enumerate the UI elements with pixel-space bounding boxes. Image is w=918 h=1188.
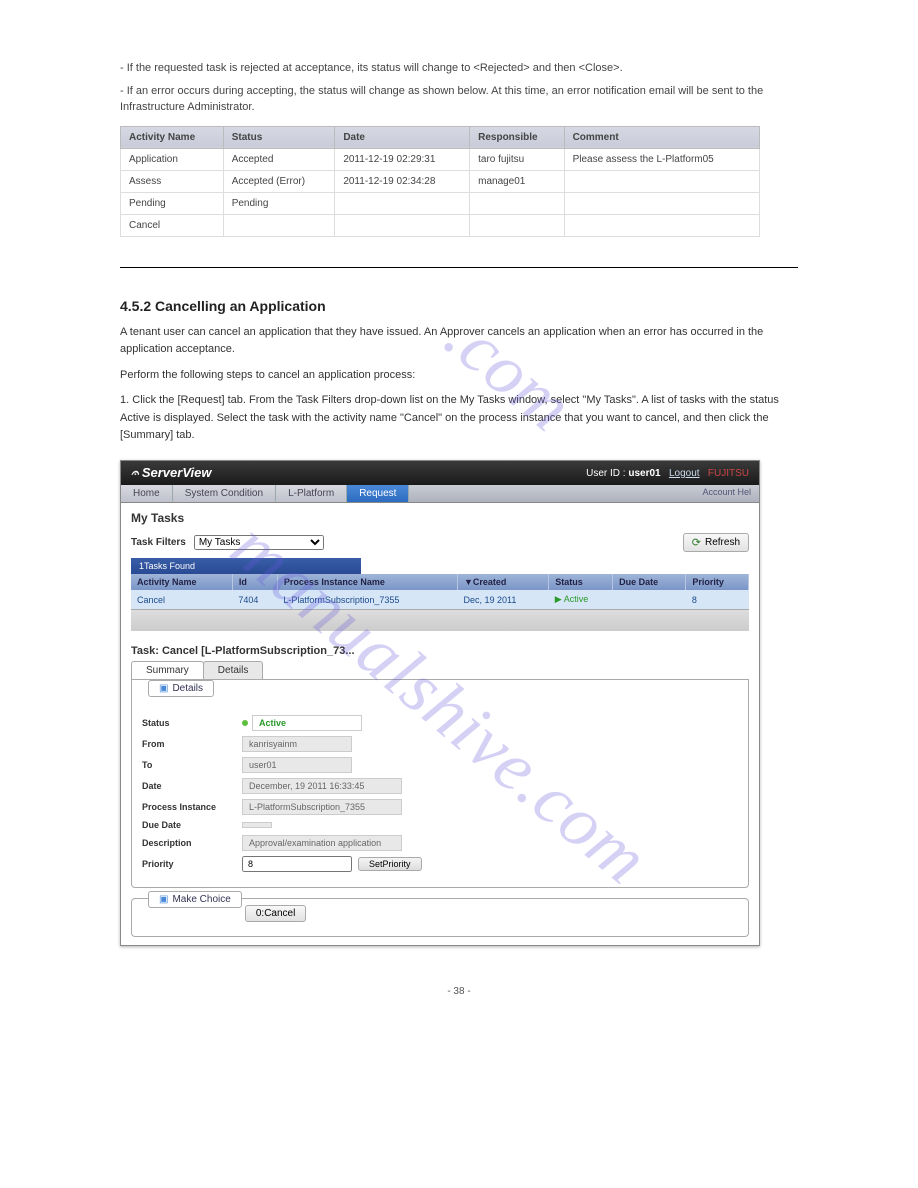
paragraph: Perform the following steps to cancel an…	[120, 367, 798, 385]
col-due-date[interactable]: Due Date	[613, 574, 686, 590]
user-label: User ID :	[586, 468, 625, 479]
col-created[interactable]: ▼Created	[458, 574, 549, 590]
tasks-found-bar: 1Tasks Found	[131, 558, 361, 574]
from-label: From	[142, 739, 242, 749]
set-priority-button[interactable]: SetPriority	[358, 857, 422, 871]
to-label: To	[142, 760, 242, 770]
tasks-grid[interactable]: Activity Name Id Process Instance Name ▼…	[131, 574, 749, 609]
col-responsible: Responsible	[470, 126, 564, 148]
user-id: user01	[628, 468, 660, 479]
activity-history-table: Activity Name Status Date Responsible Co…	[120, 126, 760, 237]
task-filters-label: Task Filters	[131, 537, 186, 548]
inner-tabs: Summary Details	[131, 661, 749, 680]
col-activity-name[interactable]: Activity Name	[131, 574, 232, 590]
col-status[interactable]: Status	[549, 574, 613, 590]
details-legend[interactable]: ▣ Details	[148, 680, 214, 697]
details-panel: ▣ Details Status Active From kanrisyainm…	[131, 680, 749, 888]
minus-icon: ▣	[159, 894, 168, 905]
paragraph: A tenant user can cancel an application …	[120, 324, 798, 359]
minus-icon: ▣	[159, 683, 168, 694]
divider	[120, 267, 798, 268]
description-label: Description	[142, 838, 242, 848]
table-row: PendingPending	[121, 192, 760, 214]
my-tasks-heading: My Tasks	[131, 511, 749, 525]
col-comment: Comment	[564, 126, 759, 148]
priority-label: Priority	[142, 859, 242, 869]
date-value: December, 19 2011 16:33:45	[242, 778, 402, 794]
refresh-button[interactable]: ⟳ Refresh	[683, 533, 749, 552]
due-date-label: Due Date	[142, 820, 242, 830]
serverview-window: manualshive.com 𝄐 ServerView User ID : u…	[120, 460, 760, 946]
col-status: Status	[223, 126, 335, 148]
brand-logo: 𝄐 ServerView	[131, 465, 211, 481]
grid-footer	[131, 609, 749, 631]
make-choice-legend[interactable]: ▣ Make Choice	[148, 891, 242, 908]
table-row: AssessAccepted (Error)2011-12-19 02:34:2…	[121, 170, 760, 192]
description-value: Approval/examination application	[242, 835, 402, 851]
make-choice-panel: ▣ Make Choice 0:Cancel	[131, 898, 749, 937]
tab-l-platform[interactable]: L-Platform	[276, 485, 347, 502]
tab-request[interactable]: Request	[347, 485, 409, 502]
tab-system-condition[interactable]: System Condition	[173, 485, 276, 502]
process-instance-value: L-PlatformSubscription_7355	[242, 799, 402, 815]
tab-home[interactable]: Home	[121, 485, 173, 502]
vendor-logo: FUJITSU	[708, 468, 749, 479]
col-process-instance[interactable]: Process Instance Name	[277, 574, 457, 590]
section-heading: 4.5.2 Cancelling an Application	[120, 298, 798, 314]
page-number: - 38 -	[447, 986, 470, 997]
main-tabs: Home System Condition L-Platform Request…	[121, 485, 759, 503]
status-dot-icon	[242, 720, 248, 726]
tab-summary[interactable]: Summary	[131, 661, 204, 679]
task-row[interactable]: Cancel 7404 L-PlatformSubscription_7355 …	[131, 590, 749, 609]
date-label: Date	[142, 781, 242, 791]
table-row: ApplicationAccepted2011-12-19 02:29:31ta…	[121, 148, 760, 170]
status-label: Status	[142, 718, 242, 728]
process-instance-label: Process Instance	[142, 802, 242, 812]
title-bar: 𝄐 ServerView User ID : user01 Logout FUJ…	[121, 461, 759, 485]
active-icon: ▶	[555, 594, 564, 604]
task-filters-select[interactable]: My Tasks	[194, 535, 324, 550]
col-activity-name: Activity Name	[121, 126, 224, 148]
to-value: user01	[242, 757, 352, 773]
from-value: kanrisyainm	[242, 736, 352, 752]
priority-input[interactable]	[242, 856, 352, 872]
cancel-button[interactable]: 0:Cancel	[245, 905, 306, 922]
table-row: Cancel	[121, 214, 760, 236]
tab-details[interactable]: Details	[203, 661, 264, 679]
text-intro: - If the requested task is rejected at a…	[120, 60, 798, 116]
step-text: 1. Click the [Request] tab. From the Tas…	[120, 392, 798, 445]
logout-link[interactable]: Logout	[669, 468, 700, 479]
account-link[interactable]: Account Hel	[702, 487, 751, 497]
status-value: Active	[252, 715, 362, 731]
col-date: Date	[335, 126, 470, 148]
refresh-icon: ⟳	[692, 536, 701, 549]
task-title: Task: Cancel [L-PlatformSubscription_73.…	[131, 645, 749, 657]
col-priority[interactable]: Priority	[686, 574, 749, 590]
col-id[interactable]: Id	[232, 574, 277, 590]
due-date-value	[242, 822, 272, 828]
